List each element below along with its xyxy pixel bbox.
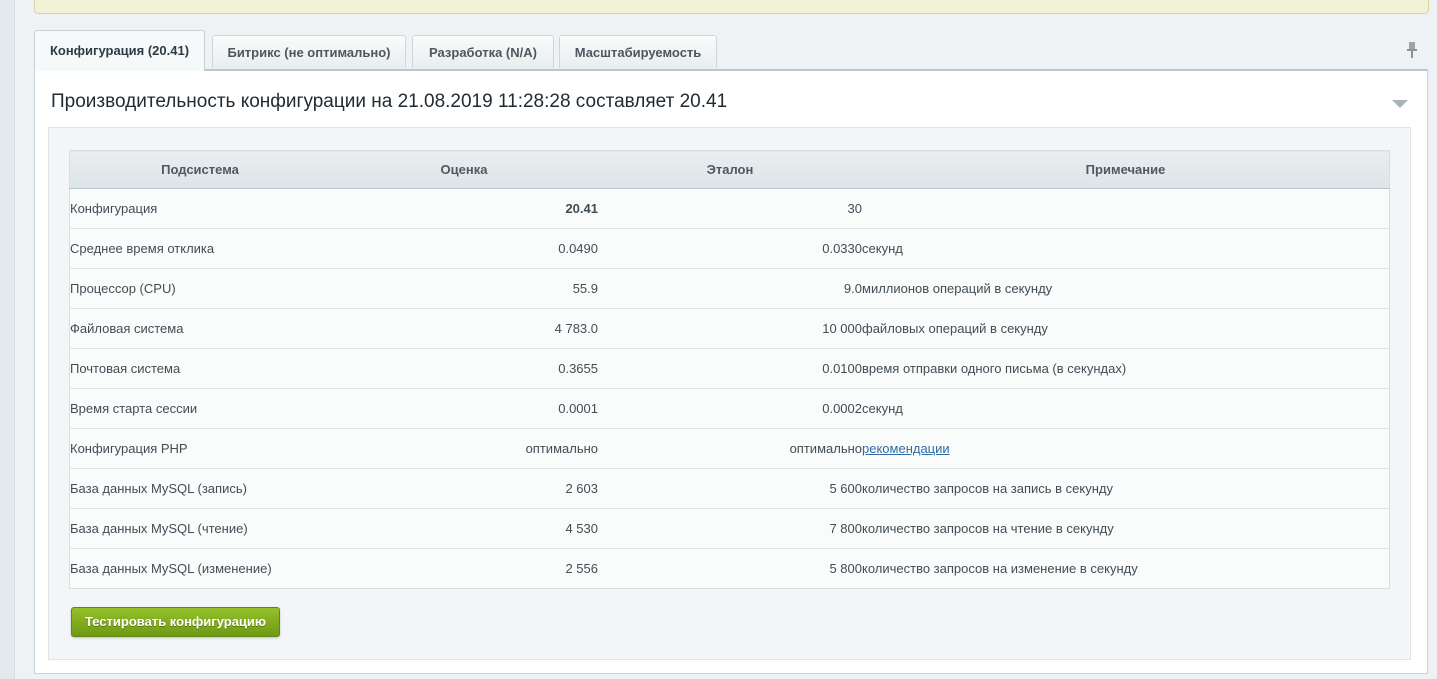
row-name: Процессор (CPU) (69, 268, 330, 309)
row-reference: 10 000 (598, 308, 862, 349)
table-row: База данных MySQL (запись) 2 603 5 600 к… (69, 468, 1390, 509)
row-name: Время старта сессии (69, 388, 330, 429)
row-name: База данных MySQL (запись) (69, 468, 330, 509)
row-note: время отправки одного письма (в секундах… (862, 348, 1390, 389)
chevron-down-icon[interactable] (1391, 98, 1409, 110)
row-name: База данных MySQL (чтение) (69, 508, 330, 549)
row-reference: 0.0100 (598, 348, 862, 389)
notice-bar (34, 0, 1429, 14)
tab-development[interactable]: Разработка (N/A) (412, 35, 554, 68)
table-row: Почтовая система 0.3655 0.0100 время отп… (69, 348, 1390, 389)
table-row: База данных MySQL (изменение) 2 556 5 80… (69, 548, 1390, 589)
row-reference: 0.0330 (598, 228, 862, 269)
row-reference: оптимально (598, 428, 862, 469)
row-note-cell: рекомендации (862, 428, 1390, 469)
row-score: оптимально (330, 428, 598, 469)
row-name: Среднее время отклика (69, 228, 330, 269)
row-score: 0.0490 (330, 228, 598, 269)
tab-bitrix[interactable]: Битрикс (не оптимально) (212, 35, 406, 68)
row-note: количество запросов на запись в секунду (862, 468, 1390, 509)
table-row: Время старта сессии 0.0001 0.0002 секунд (69, 388, 1390, 429)
results-table: Подсистема Оценка Эталон Примечание Конф… (69, 150, 1390, 589)
table-row: Конфигурация PHP оптимально оптимально р… (69, 428, 1390, 469)
row-note: секунд (862, 388, 1390, 429)
tab-configuration[interactable]: Конфигурация (20.41) (34, 30, 205, 71)
header-subsystem: Подсистема (69, 150, 330, 189)
row-score: 2 556 (330, 548, 598, 589)
table-row: Файловая система 4 783.0 10 000 файловых… (69, 308, 1390, 349)
performance-panel: Производительность конфигурации на 21.08… (34, 69, 1428, 674)
table-row: Среднее время отклика 0.0490 0.0330 секу… (69, 228, 1390, 269)
header-reference: Эталон (598, 150, 862, 189)
header-note: Примечание (862, 150, 1390, 189)
table-row: Процессор (CPU) 55.9 9.0 миллионов опера… (69, 268, 1390, 309)
row-name: База данных MySQL (изменение) (69, 548, 330, 589)
table-header-row: Подсистема Оценка Эталон Примечание (69, 150, 1390, 189)
left-edge-strip (0, 0, 15, 679)
results-container: Подсистема Оценка Эталон Примечание Конф… (48, 127, 1411, 660)
row-note: миллионов операций в секунду (862, 268, 1390, 309)
pin-icon[interactable] (1404, 41, 1420, 59)
row-reference: 5 600 (598, 468, 862, 509)
tab-scalability[interactable]: Масштабируемость (559, 35, 717, 68)
table-row: База данных MySQL (чтение) 4 530 7 800 к… (69, 508, 1390, 549)
table-row: Конфигурация 20.41 30 (69, 188, 1390, 229)
row-name: Конфигурация PHP (69, 428, 330, 469)
test-configuration-button[interactable]: Тестировать конфигурацию (71, 607, 280, 637)
page-title: Производительность конфигурации на 21.08… (51, 91, 728, 112)
header-score: Оценка (330, 150, 598, 189)
row-reference: 0.0002 (598, 388, 862, 429)
row-name: Файловая система (69, 308, 330, 349)
row-note: количество запросов на изменение в секун… (862, 548, 1390, 589)
row-reference: 7 800 (598, 508, 862, 549)
row-note (862, 188, 1390, 229)
row-score: 55.9 (330, 268, 598, 309)
row-score: 2 603 (330, 468, 598, 509)
row-score: 4 530 (330, 508, 598, 549)
row-note: количество запросов на чтение в секунду (862, 508, 1390, 549)
row-score: 0.3655 (330, 348, 598, 389)
recommendations-link[interactable]: рекомендации (862, 441, 950, 456)
row-note: секунд (862, 228, 1390, 269)
row-name: Почтовая система (69, 348, 330, 389)
row-score: 0.0001 (330, 388, 598, 429)
row-note: файловых операций в секунду (862, 308, 1390, 349)
row-score: 4 783.0 (330, 308, 598, 349)
row-reference: 30 (598, 188, 862, 229)
row-reference: 9.0 (598, 268, 862, 309)
row-reference: 5 800 (598, 548, 862, 589)
row-name: Конфигурация (69, 188, 330, 229)
row-score: 20.41 (330, 188, 598, 229)
